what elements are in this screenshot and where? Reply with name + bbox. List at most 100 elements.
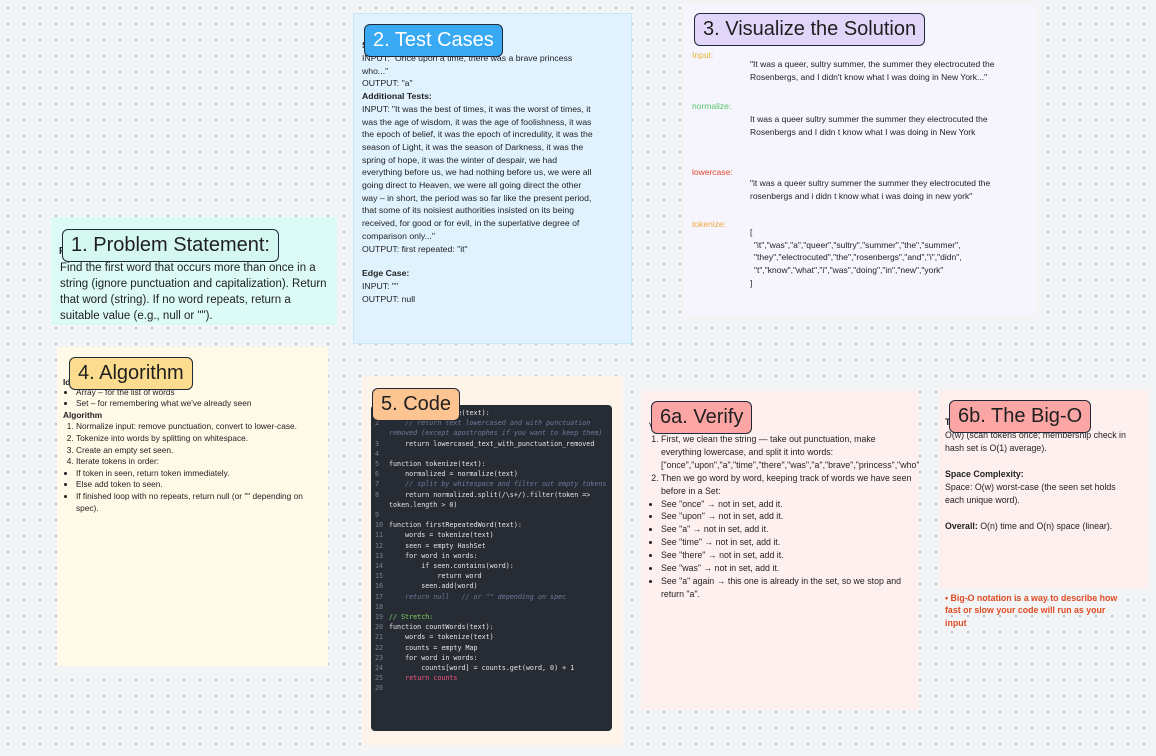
lowercase-text: "it was a queer sultry summer the summer…	[750, 178, 991, 201]
code-text: function tokenize(text):	[389, 460, 486, 469]
visualize-title[interactable]: 3. Visualize the Solution	[694, 13, 926, 46]
tokenize-label: tokenize:	[692, 219, 727, 229]
line-number: 18	[375, 602, 384, 611]
list-item: See "there" → not in set, add it.	[661, 549, 917, 562]
input-text: "It was a queer, sultry summer, the summ…	[750, 59, 995, 82]
line-number: 11	[375, 531, 384, 540]
list-item: Tokenize into words by splitting on whit…	[76, 433, 318, 445]
code-line: 24 counts[word] = counts.get(word, 0) + …	[375, 663, 608, 673]
list-item: Iterate tokens in order:	[76, 456, 318, 468]
line-number: 2	[375, 419, 380, 428]
list-item: If token in seen, return token immediate…	[76, 468, 318, 480]
code-text: seen = empty HashSet	[389, 541, 486, 550]
line-number: 14	[375, 562, 384, 571]
code-line: 26	[375, 683, 608, 693]
code-line: 13 for word in words:	[375, 551, 608, 561]
code-text: counts[word] = counts.get(word, 0) + 1	[389, 664, 575, 673]
code-line: 25 return counts	[375, 673, 608, 683]
verify-card[interactable]: V First, we clean the string — take out …	[641, 391, 919, 710]
code-text: for word in words:	[389, 551, 478, 560]
tokenize-open-bracket: [	[750, 227, 753, 237]
code-line: 10 function firstRepeatedWord(text):	[375, 520, 608, 530]
test-cases-title[interactable]: 2. Test Cases	[364, 24, 503, 57]
code-text: return normalized.split(/\s+/).filter(to…	[389, 490, 595, 509]
code-text: counts = empty Map	[389, 643, 478, 652]
code-text: // return text lowercased and with punct…	[389, 419, 603, 438]
line-number: 20	[375, 623, 384, 632]
line-number: 19	[375, 613, 384, 622]
line-number: 3	[375, 439, 380, 448]
list-item: Then we go word by word, keeping track o…	[661, 472, 917, 498]
list-item: See "was" → not in set, add it.	[661, 562, 917, 575]
code-text: words = tokenize(text)	[389, 633, 494, 642]
code-line: 15 return word	[375, 571, 608, 581]
code-line: 14 if seen.contains(word):	[375, 561, 608, 571]
token-line: "t","know","what","i","was","doing","in"…	[754, 265, 944, 276]
list-item: Create an empty set seen.	[76, 445, 318, 457]
list-item: Else add token to seen.	[76, 479, 318, 491]
test-cases-card[interactable]: S INPUT: "Once upon a time, there was a …	[353, 13, 632, 344]
line-number: 25	[375, 674, 384, 683]
algorithm-card[interactable]: Id Array – for the list of words Set – f…	[57, 347, 328, 666]
code-text: for word in words:	[389, 653, 478, 662]
additional-tests-heading: Additional Tests:	[362, 91, 432, 102]
code-line: 19 // Stretch:	[375, 612, 608, 622]
test-input-2: INPUT: "It was the best of times, it was…	[362, 103, 593, 241]
space-complexity-heading: Space Complexity:	[945, 469, 1024, 479]
code-text: if seen.contains(word):	[389, 562, 514, 571]
big-o-note[interactable]: • Big-O notation is a way to describe ho…	[945, 592, 1125, 629]
line-number: 17	[375, 592, 384, 601]
overall-text: O(n) time and O(n) space (linear).	[980, 521, 1113, 531]
code-title[interactable]: 5. Code	[372, 388, 461, 421]
line-number: 12	[375, 541, 384, 550]
code-line: 12 seen = empty HashSet	[375, 541, 608, 551]
line-number: 15	[375, 572, 384, 581]
line-number: 16	[375, 582, 384, 591]
algorithm-heading: Algorithm	[63, 409, 103, 420]
verify-title[interactable]: 6a. Verify	[651, 401, 753, 434]
problem-statement-text: Find the first word that occurs more tha…	[60, 262, 327, 322]
token-line: "they","electrocuted","the","rosenbergs"…	[754, 252, 962, 263]
list-item: If finished loop with no repeats, return…	[76, 491, 318, 514]
line-number: 9	[375, 511, 380, 520]
line-number: 10	[375, 521, 384, 530]
code-line: 17 return null // or "" depending on spe…	[375, 592, 608, 602]
line-number: 23	[375, 653, 384, 662]
big-o-title[interactable]: 6b. The Big-O	[949, 400, 1092, 433]
line-number: 8	[375, 490, 380, 499]
problem-statement-title[interactable]: 1. Problem Statement:	[62, 229, 279, 262]
code-line: 8 return normalized.split(/\s+/).filter(…	[375, 490, 608, 510]
line-number: 26	[375, 684, 384, 693]
code-text: return counts	[389, 674, 458, 683]
line-number: 7	[375, 480, 380, 489]
code-block[interactable]: function normalize(text):2 // return tex…	[371, 405, 612, 731]
token-line: "it","was","a","queer","sultry","summer"…	[754, 239, 961, 250]
code-text: return word	[389, 572, 482, 581]
list-item: First, we clean the string — take out pu…	[661, 433, 919, 472]
space-complexity-text: Space: O(w) worst-case (the seen set hol…	[945, 482, 1116, 505]
algorithm-title[interactable]: 4. Algorithm	[69, 357, 193, 390]
code-text: return null // or "" depending on spec	[389, 592, 567, 601]
code-text: seen.add(word)	[389, 582, 478, 591]
code-line: 2 // return text lowercased and with pun…	[375, 418, 608, 438]
test-output-1: OUTPUT: "a"	[362, 78, 413, 89]
code-text: // Stretch:	[389, 613, 434, 622]
list-item: Normalize input: remove punctuation, con…	[76, 421, 318, 433]
code-line: 22 counts = empty Map	[375, 643, 608, 653]
line-number: 22	[375, 643, 384, 652]
code-line: 3 return lowercased_text_with_punctuatio…	[375, 439, 608, 449]
code-text: function countWords(text):	[389, 623, 494, 632]
list-item: See "time" → not in set, add it.	[661, 536, 917, 549]
code-line: 20 function countWords(text):	[375, 622, 608, 632]
list-item: See "once" → not in set, add it.	[661, 498, 917, 511]
line-number: 24	[375, 664, 384, 673]
code-text: normalized = normalize(text)	[389, 470, 518, 479]
code-text: words = tokenize(text)	[389, 531, 494, 540]
list-item: See "a" again → this one is already in t…	[661, 575, 917, 601]
visualize-card[interactable]: Input: "It was a queer, sultry summer, t…	[684, 4, 1037, 315]
normalize-label: normalize:	[692, 101, 732, 111]
code-text: return lowercased_text_with_punctuation_…	[389, 439, 595, 448]
